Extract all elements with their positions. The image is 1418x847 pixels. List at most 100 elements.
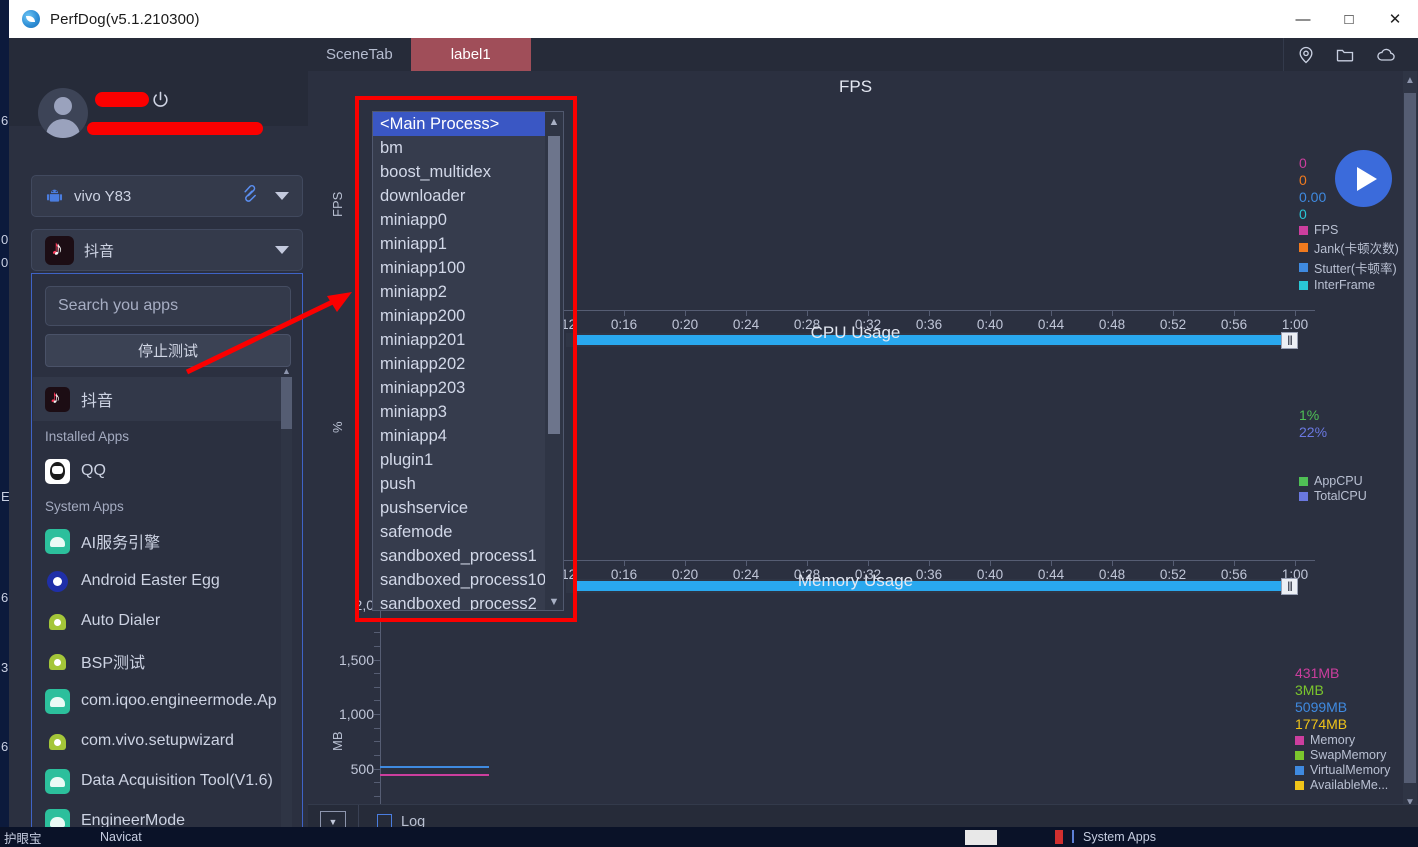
process-dropdown-list[interactable]: <Main Process> bm boost_multidex downloader… [373, 112, 563, 610]
divider [1072, 830, 1074, 843]
process-option[interactable]: sandboxed_process1 [373, 544, 563, 568]
tab-label1[interactable]: label1 [410, 38, 531, 71]
android-app-icon [45, 688, 70, 714]
process-option[interactable]: miniapp202 [373, 352, 563, 376]
y-axis-tick-mark [374, 741, 380, 743]
folder-icon[interactable] [1334, 45, 1356, 65]
app-list-vertical-scrollbar[interactable]: ▲ ▼ [281, 366, 292, 846]
taskbar: 护眼宝 Navicat System Apps [0, 827, 1418, 847]
play-button[interactable] [1335, 150, 1392, 207]
process-option[interactable]: miniapp203 [373, 376, 563, 400]
legend-label: FPS [1314, 223, 1339, 237]
y-axis-tick-label: 1,000 [338, 706, 374, 722]
location-pin-icon[interactable] [1296, 45, 1316, 65]
app-list[interactable]: 抖音 Installed Apps QQ System Apps AI服务引擎 [33, 377, 285, 835]
legend-item[interactable]: InterFrame [1299, 278, 1395, 292]
process-option[interactable]: miniapp2 [373, 280, 563, 304]
scrollbar-thumb[interactable] [548, 136, 560, 434]
process-option[interactable]: miniapp1 [373, 232, 563, 256]
device-selector[interactable]: vivo Y83 [31, 175, 303, 217]
minimize-button[interactable]: — [1280, 0, 1326, 38]
legend-item[interactable]: Memory [1295, 733, 1395, 747]
charts-vertical-scrollbar[interactable]: ▲ ▼ [1403, 71, 1417, 813]
process-option[interactable]: miniapp4 [373, 424, 563, 448]
avatar[interactable] [38, 88, 88, 138]
chart-ylabel: MB [330, 731, 345, 752]
list-item[interactable]: QQ [33, 451, 285, 491]
process-option[interactable]: miniapp3 [373, 400, 563, 424]
process-option[interactable]: miniapp0 [373, 208, 563, 232]
process-option[interactable]: downloader [373, 184, 563, 208]
chevron-down-icon[interactable] [275, 246, 289, 254]
process-dropdown-scrollbar[interactable]: ▲ ▼ [545, 112, 563, 610]
list-item[interactable]: Data Acquisition Tool(V1.6) [33, 761, 285, 801]
legend-item[interactable]: VirtualMemory [1295, 763, 1395, 777]
legend-label: AvailableMe... [1310, 778, 1389, 792]
y-axis-tick-mark [374, 768, 380, 770]
x-axis-tick-mark [990, 561, 991, 566]
legend-item[interactable]: AppCPU [1299, 474, 1395, 488]
list-item[interactable]: BSP测试 [33, 641, 285, 681]
legend-item[interactable]: FPS [1299, 223, 1395, 237]
y-axis-tick-mark [374, 673, 380, 675]
scroll-up-icon[interactable]: ▲ [1403, 71, 1417, 91]
chevron-down-icon[interactable] [275, 192, 289, 200]
x-axis-tick-mark [929, 561, 930, 566]
taskbar-item[interactable]: 护眼宝 [4, 828, 42, 847]
usb-link-icon[interactable] [240, 183, 262, 209]
process-option[interactable]: <Main Process> [373, 112, 563, 136]
android-app-icon [45, 528, 70, 554]
app-item-label: com.vivo.setupwizard [81, 732, 234, 749]
legend-value-memory: 431MB [1295, 665, 1340, 681]
process-option[interactable]: sandboxed_process2 [373, 592, 563, 610]
process-option[interactable]: pushservice [373, 496, 563, 520]
taskbar-item[interactable]: System Apps [1083, 830, 1156, 844]
cloud-upload-icon[interactable] [1374, 45, 1398, 65]
legend-swatch [1295, 780, 1304, 790]
app-selector[interactable]: 抖音 [31, 229, 303, 271]
taskbar-item[interactable]: Navicat [100, 830, 142, 844]
list-item[interactable]: AI服务引擎 [33, 521, 285, 561]
group-header-installed: Installed Apps [45, 428, 130, 444]
maximize-button[interactable]: □ [1326, 0, 1372, 38]
y-axis-tick-mark [374, 632, 380, 634]
app-item-label: QQ [81, 462, 106, 479]
process-dropdown[interactable]: <Main Process> bm boost_multidex downloader… [372, 111, 564, 611]
list-item[interactable]: com.iqoo.engineermode.Ap [33, 681, 285, 721]
list-item[interactable]: com.vivo.setupwizard [33, 721, 285, 761]
app-item-label: Auto Dialer [81, 612, 161, 629]
process-option[interactable]: sandboxed_process10 [373, 568, 563, 592]
play-icon [1356, 166, 1377, 191]
legend-value-virtualmemory: 5099MB [1295, 699, 1348, 715]
left-sidebar: vivo Y83 抖音 停止测试 [9, 38, 308, 847]
annotation-arrow [177, 290, 357, 385]
taskbar-thumbnail[interactable] [965, 830, 997, 845]
x-axis-tick-mark [685, 311, 686, 316]
process-option[interactable]: plugin1 [373, 448, 563, 472]
legend-item[interactable]: Stutter(卡顿率) [1299, 258, 1397, 277]
legend-swatch [1299, 263, 1308, 272]
app-item-label: Android Easter Egg [81, 572, 220, 589]
list-item[interactable]: Android Easter Egg [33, 561, 285, 601]
tiktok-icon [45, 235, 74, 265]
close-button[interactable]: ✕ [1372, 0, 1418, 38]
power-icon[interactable] [151, 90, 170, 109]
scroll-down-icon[interactable]: ▼ [545, 592, 563, 610]
legend-item[interactable]: SwapMemory [1295, 748, 1395, 762]
list-item[interactable]: Auto Dialer [33, 601, 285, 641]
scroll-up-icon[interactable]: ▲ [545, 112, 563, 132]
process-option[interactable]: bm [373, 136, 563, 160]
legend-item[interactable]: Jank(卡顿次数) [1299, 238, 1399, 257]
process-option[interactable]: miniapp100 [373, 256, 563, 280]
tab-scenetab[interactable]: SceneTab [308, 38, 411, 71]
scrollbar-thumb[interactable] [1404, 93, 1416, 783]
process-option[interactable]: push [373, 472, 563, 496]
process-option[interactable]: miniapp200 [373, 304, 563, 328]
process-option[interactable]: miniapp201 [373, 328, 563, 352]
process-option[interactable]: safemode [373, 520, 563, 544]
legend-item[interactable]: AvailableMe... [1295, 778, 1395, 792]
legend-item[interactable]: TotalCPU [1299, 489, 1395, 503]
perfdog-window: PerfDog(v5.1.210300) — □ ✕ vivo Y83 ♪ ♪ … [9, 0, 1418, 847]
android-app-icon [45, 768, 70, 794]
process-option[interactable]: boost_multidex [373, 160, 563, 184]
